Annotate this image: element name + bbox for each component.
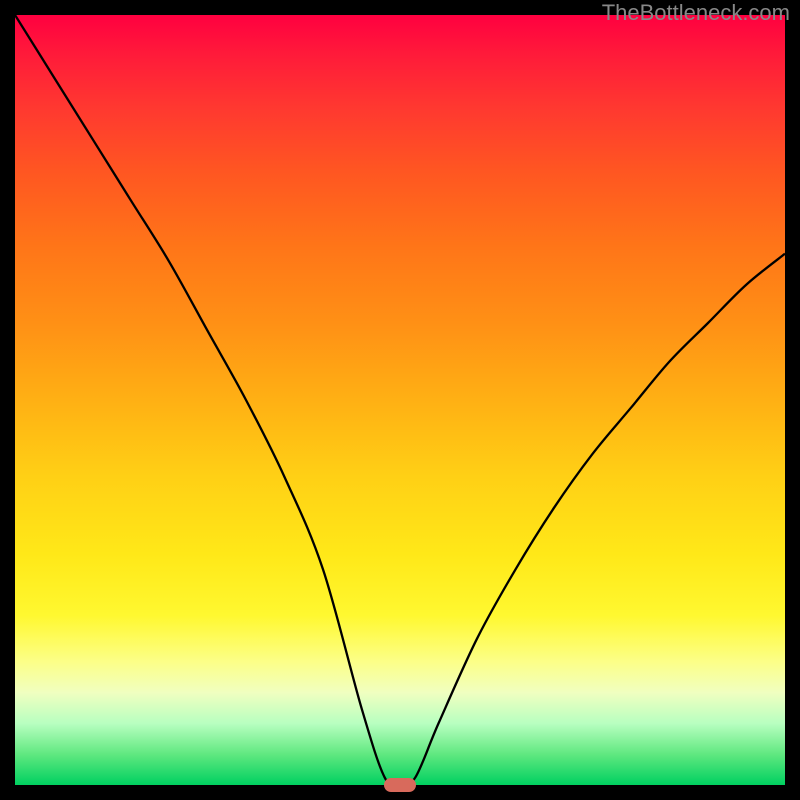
chart-container: TheBottleneck.com [0,0,800,800]
watermark-text: TheBottleneck.com [602,0,790,26]
optimum-marker [384,778,416,792]
plot-gradient-background [15,15,785,785]
